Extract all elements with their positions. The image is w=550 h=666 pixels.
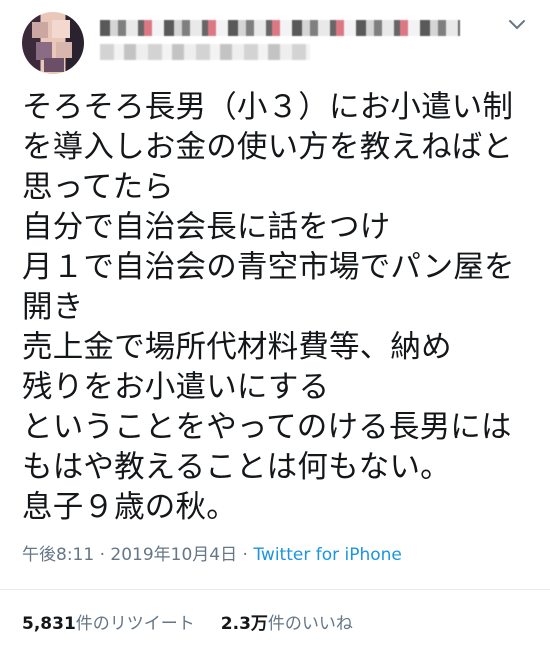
tweet-metadata: 午後8:11 · 2019年10月4日 · Twitter for iPhone (22, 543, 402, 567)
retweets-label: 件のリツイート (75, 614, 195, 634)
username-redacted[interactable] (100, 44, 310, 60)
tweet-source-link[interactable]: Twitter for iPhone (253, 545, 402, 565)
tweet-text-line: 残りをお小遣いにする (22, 370, 330, 405)
tweet-text-line: ということをやってのける長男には (22, 410, 512, 445)
chevron-down-icon (509, 20, 525, 29)
avatar[interactable] (22, 12, 84, 74)
tweet-text-line: 開き (22, 290, 84, 325)
tweet-time[interactable]: 午後8:11 (22, 545, 94, 565)
meta-separator: · (237, 545, 254, 565)
tweet-text-line: そろそろ長男（小３）にお小遣い制 (22, 90, 514, 125)
likes-stat[interactable]: 2.3万件のいいね (221, 614, 353, 634)
tweet-text-line: 息子９歳の秋。 (22, 490, 237, 525)
tweet-text-line: 月１で自治会の青空市場でパン屋を (22, 250, 515, 285)
tweet-text-line: 売上金で場所代材料費等、納め (22, 330, 452, 365)
tweet-date[interactable]: 2019年10月4日 (110, 545, 237, 565)
retweets-count: 5,831 (22, 614, 76, 634)
tweet-stats: 5,831件のリツイート 2.3万件のいいね (22, 612, 353, 636)
retweets-stat[interactable]: 5,831件のリツイート (22, 614, 195, 634)
tweet-card: そろそろ長男（小３）にお小遣い制 を導入しお金の使い方を教えねばと 思ってたら … (0, 0, 550, 666)
likes-count: 2.3万 (220, 614, 268, 634)
tweet-menu-button[interactable] (504, 14, 530, 36)
tweet-text-line: もはや教えることは何もない。 (22, 450, 451, 485)
display-name-redacted[interactable] (100, 20, 460, 36)
tweet-text: そろそろ長男（小３）にお小遣い制 を導入しお金の使い方を教えねばと 思ってたら … (22, 88, 537, 528)
likes-label: 件のいいね (267, 614, 353, 634)
meta-separator: · (94, 545, 111, 565)
tweet-text-line: を導入しお金の使い方を教えねばと (22, 130, 514, 165)
divider (0, 589, 550, 590)
tweet-text-line: 自分で自治会長に話をつけ (22, 210, 391, 245)
tweet-text-line: 思ってたら (22, 170, 174, 205)
